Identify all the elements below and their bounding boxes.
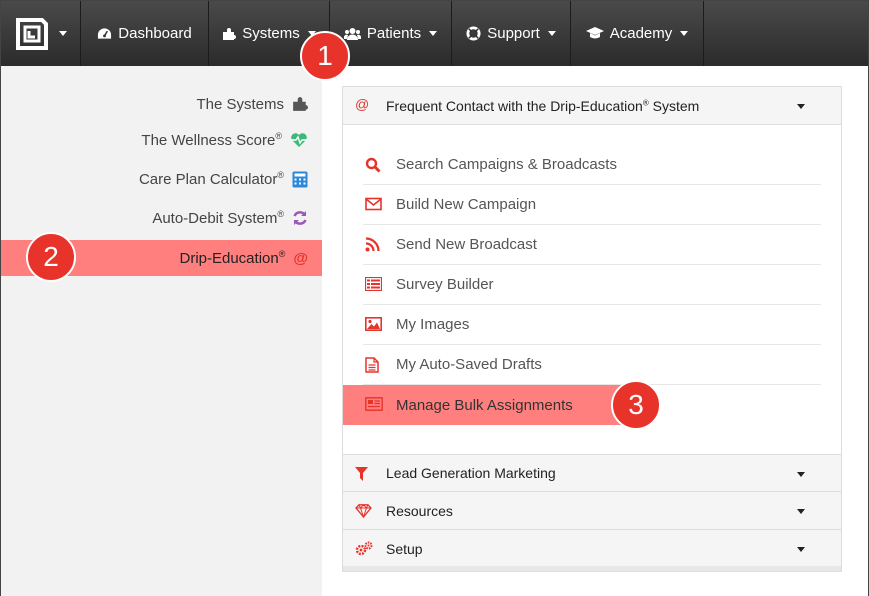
nav-academy[interactable]: Academy — [571, 1, 704, 66]
accordion-header-label: Resources — [386, 502, 453, 519]
chevron-down-icon — [797, 104, 805, 109]
menu-item-label: Send New Broadcast — [396, 236, 537, 253]
callout-1: 1 — [300, 31, 350, 81]
nav-dashboard-label: Dashboard — [118, 25, 192, 42]
nav-academy-label: Academy — [609, 25, 673, 42]
at-sign-icon: @ — [293, 249, 308, 267]
puzzle-icon — [223, 27, 237, 40]
envelope-icon — [365, 197, 382, 211]
refresh-icon — [293, 211, 307, 225]
filter-icon — [355, 467, 368, 481]
sidebar-item-wellness-score[interactable]: The Wellness Score® — [8, 122, 308, 158]
list-icon — [365, 277, 382, 291]
nav-support-label: Support — [487, 25, 540, 42]
menu-item-label: My Auto-Saved Drafts — [396, 356, 542, 373]
menu-item-label: Search Campaigns & Broadcasts — [396, 156, 617, 173]
chevron-down-icon — [429, 31, 438, 36]
rss-icon — [365, 237, 380, 252]
menu-item-my-images[interactable]: My Images — [363, 305, 821, 345]
menu-item-label: Survey Builder — [396, 276, 494, 293]
menu-item-label: My Images — [396, 316, 470, 333]
calculator-icon — [292, 171, 308, 187]
newspaper-icon — [365, 397, 383, 411]
callout-2: 2 — [26, 232, 76, 282]
chevron-down-icon — [680, 31, 689, 36]
nav-dashboard[interactable]: Dashboard — [81, 1, 209, 66]
callout-3: 3 — [611, 380, 661, 430]
puzzle-icon — [293, 97, 308, 111]
sidebar-item-the-systems[interactable]: The Systems — [8, 86, 308, 122]
sidebar-item-label: Drip-Education® — [179, 249, 286, 267]
accordion-resources[interactable]: Resources — [343, 492, 841, 530]
left-sidebar: The Systems The Wellness Score® Care Pla… — [1, 66, 322, 596]
accordion-setup[interactable]: Setup — [343, 530, 841, 568]
menu-item-send-new-broadcast[interactable]: Send New Broadcast — [363, 225, 821, 265]
sidebar-item-care-plan-calculator[interactable]: Care Plan Calculator® — [8, 161, 308, 197]
graduation-cap-icon — [585, 27, 604, 39]
sidebar-item-label: The Systems — [196, 96, 284, 113]
menu-item-build-new-campaign[interactable]: Build New Campaign — [363, 185, 821, 225]
heartbeat-icon — [291, 133, 307, 147]
search-icon — [365, 157, 381, 173]
menu-item-label: Manage Bulk Assignments — [396, 396, 573, 414]
accordion-header-label: Frequent Contact with the Drip-Education… — [386, 97, 700, 114]
menu-item-label: Build New Campaign — [396, 196, 537, 213]
diamond-icon — [355, 504, 372, 518]
drip-education-panel: @ Frequent Contact with the Drip-Educati… — [342, 86, 842, 572]
logo-icon — [15, 17, 48, 50]
sidebar-item-auto-debit-system[interactable]: Auto-Debit System® — [8, 200, 308, 236]
accordion-header-label: Setup — [386, 540, 423, 557]
chevron-down-icon — [547, 31, 556, 36]
chevron-down-icon — [797, 509, 805, 514]
lifebuoy-icon — [466, 26, 481, 41]
top-navbar: Dashboard Systems Patients Support Acade… — [1, 1, 868, 66]
chevron-down-icon — [58, 31, 67, 36]
accordion-frequent-contact[interactable]: @ Frequent Contact with the Drip-Educati… — [343, 87, 841, 125]
accordion-lead-generation[interactable]: Lead Generation Marketing — [343, 454, 841, 492]
cogs-icon — [355, 541, 373, 556]
chevron-down-icon — [797, 472, 805, 477]
chevron-down-icon — [797, 547, 805, 552]
nav-support[interactable]: Support — [452, 1, 571, 66]
nav-patients-label: Patients — [366, 25, 422, 42]
sidebar-item-label: Care Plan Calculator® — [138, 170, 284, 188]
users-icon — [343, 27, 361, 40]
menu-item-survey-builder[interactable]: Survey Builder — [363, 265, 821, 305]
image-icon — [365, 317, 382, 331]
panel-footer-bar — [343, 566, 841, 571]
accordion-header-label: Lead Generation Marketing — [386, 465, 556, 481]
sidebar-item-label: Auto-Debit System® — [152, 209, 284, 227]
menu-item-search-campaigns[interactable]: Search Campaigns & Broadcasts — [363, 145, 821, 185]
menu-item-manage-bulk-assignments[interactable]: Manage Bulk Assignments — [343, 385, 623, 425]
at-sign-icon: @ — [355, 96, 370, 112]
file-icon — [365, 357, 379, 373]
sidebar-item-label: The Wellness Score® — [141, 131, 282, 149]
logo-menu-button[interactable] — [1, 1, 81, 66]
dashboard-gauge-icon — [98, 28, 112, 39]
menu-item-my-auto-saved-drafts[interactable]: My Auto-Saved Drafts — [363, 345, 821, 385]
nav-systems-label: Systems — [242, 25, 300, 42]
